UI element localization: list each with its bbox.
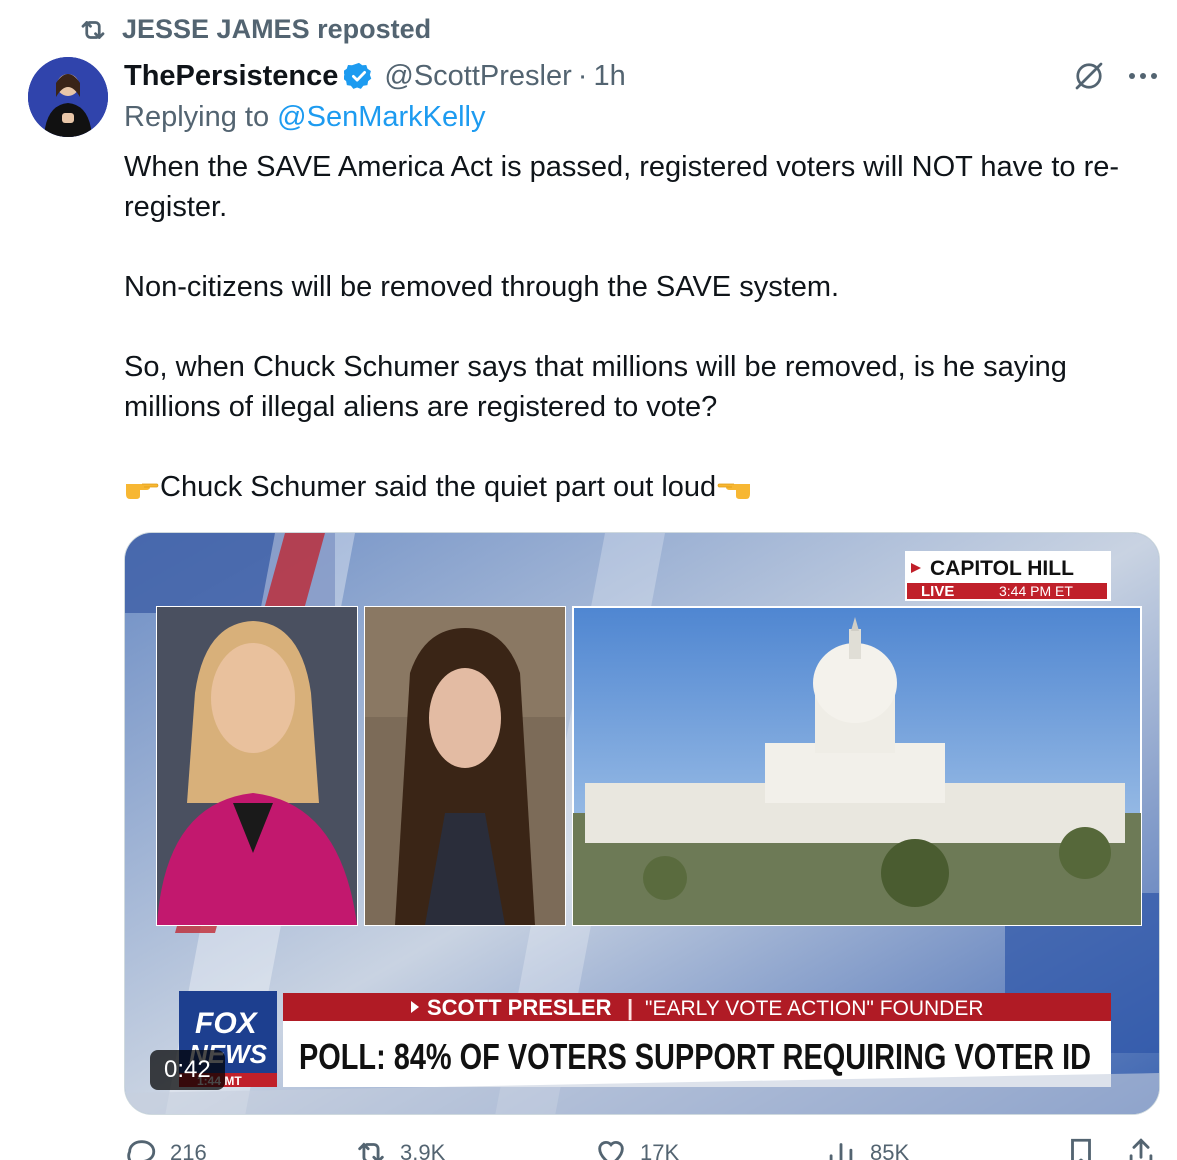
avatar[interactable] <box>28 57 108 137</box>
repost-label: JESSE JAMES reposted <box>122 14 432 44</box>
repost-button[interactable]: 3.9K <box>354 1136 445 1160</box>
tweet-paragraph: So, when Chuck Schumer says that million… <box>124 351 1067 423</box>
location-label: CAPITOL HILL <box>930 557 1074 580</box>
lower-third-title: "EARLY VOTE ACTION" FOUNDER <box>645 997 984 1020</box>
more-options-icon[interactable] <box>1129 73 1157 79</box>
reply-icon <box>127 1140 156 1160</box>
repost-indicator[interactable]: JESSE JAMES reposted <box>78 14 431 45</box>
video-player[interactable]: CAPITOL HILL LIVE 3:44 PM ET FOX NEWS 1:… <box>124 532 1160 1115</box>
bookmark-icon <box>1071 1138 1091 1160</box>
repost-action-icon <box>358 1142 384 1160</box>
network-logo-top: FOX <box>195 1007 259 1040</box>
repost-count: 3.9K <box>400 1140 446 1160</box>
lower-third-name: SCOTT PRESLER <box>427 995 612 1020</box>
tweet-quote-text: Chuck Schumer said the quiet part out lo… <box>160 471 717 503</box>
repost-icon <box>81 20 105 39</box>
views-count: 85K <box>870 1140 910 1160</box>
tweet-timestamp[interactable]: 1h <box>593 60 625 93</box>
tweet-text: When the SAVE America Act is passed, reg… <box>124 147 1144 547</box>
svg-text:|: | <box>627 995 633 1020</box>
tweet-paragraph: Chuck Schumer said the quiet part out lo… <box>124 467 1144 507</box>
share-button[interactable] <box>1124 1136 1158 1160</box>
tweet-header: ThePersistence @ScottPresler · 1h <box>124 56 1157 96</box>
heart-icon <box>598 1141 624 1160</box>
capitol-video-panel <box>572 606 1142 926</box>
share-icon <box>1129 1138 1153 1160</box>
replying-to-prefix: Replying to <box>124 101 270 133</box>
views-button[interactable]: 85K <box>824 1136 909 1160</box>
reply-button[interactable]: 216 <box>124 1136 207 1160</box>
host-video-panel <box>156 606 358 926</box>
lower-third: SCOTT PRESLER | "EARLY VOTE ACTION" FOUN… <box>283 993 1111 1087</box>
reply-count: 216 <box>170 1140 207 1160</box>
video-duration: 0:42 <box>150 1050 225 1090</box>
live-label: LIVE <box>921 583 954 600</box>
verified-badge-icon <box>344 62 372 89</box>
like-button[interactable]: 17K <box>594 1136 679 1160</box>
grok-icon[interactable] <box>1071 58 1107 94</box>
like-count: 17K <box>640 1140 680 1160</box>
guest-video-panel <box>364 606 566 926</box>
bookmark-button[interactable] <box>1064 1136 1098 1160</box>
tweet-paragraph: Non-citizens will be removed through the… <box>124 271 840 303</box>
replying-to: Replying to @SenMarkKelly <box>124 101 486 134</box>
reply-mention-link[interactable]: @SenMarkKelly <box>277 101 485 133</box>
live-location-bug: CAPITOL HILL LIVE 3:44 PM ET <box>905 551 1111 601</box>
tweet-paragraph: When the SAVE America Act is passed, reg… <box>124 151 1120 223</box>
author-display-name[interactable]: ThePersistence <box>124 60 338 93</box>
meta-separator: · <box>577 59 588 92</box>
headline-text: POLL: 84% OF VOTERS SUPPORT REQUIRING VO… <box>299 1036 1091 1077</box>
tweet-action-bar: 216 3.9K 17K 85K <box>124 1138 1160 1160</box>
views-chart-icon <box>829 1143 853 1160</box>
pointing-right-emoji-icon <box>126 483 159 499</box>
live-time: 3:44 PM ET <box>999 583 1073 599</box>
pointing-left-emoji-icon <box>717 483 751 499</box>
author-handle[interactable]: @ScottPresler <box>384 60 571 93</box>
